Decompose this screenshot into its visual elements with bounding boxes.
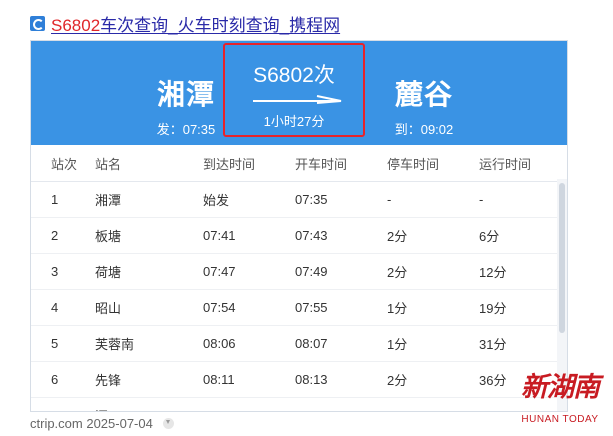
- cell-stop-duration: 2分: [386, 217, 478, 254]
- source-site-date: ctrip.com 2025-07-04: [30, 416, 153, 431]
- cell-stop-duration: 2分: [386, 253, 478, 290]
- dropdown-arrow-icon[interactable]: [162, 418, 174, 429]
- cell-departure: 07:55: [294, 289, 386, 326]
- cell-arrival: 07:47: [202, 253, 294, 290]
- cell-stop-no: 2: [31, 217, 94, 254]
- table-row: 5 芙蓉南 08:06 08:07 1分 31分: [31, 325, 567, 362]
- cell-stop-no: 4: [31, 289, 94, 326]
- cell-departure: 07:49: [294, 253, 386, 290]
- cell-departure: 08:13: [294, 361, 386, 398]
- train-schedule-card: 湘潭 发：07:35 S6802次 1小时27分 麓谷 到：09:02 站次 站…: [30, 40, 568, 412]
- cell-stop-no: 7: [31, 397, 94, 411]
- cell-run-time: 6分: [478, 217, 567, 254]
- table-row: 6 先锋 08:11 08:13 2分 36分: [31, 361, 567, 398]
- header-stop-no: 站次: [31, 145, 94, 182]
- header-station: 站名: [94, 145, 202, 182]
- arrival-time: 到：09:02: [394, 122, 454, 137]
- cell-station: 洞...: [94, 397, 202, 411]
- stop-schedule-table: 站次 站名 到达时间 开车时间 停车时间 运行时间 1 湘潭 始发 07:35 …: [31, 145, 567, 411]
- cell-arrival: 08:06: [202, 325, 294, 362]
- cell-stop-no: 3: [31, 253, 94, 290]
- result-title-link[interactable]: S6802车次查询_火车时刻查询_携程网: [51, 11, 340, 36]
- header-stop-duration: 停车时间: [386, 145, 478, 182]
- logo-chinese-text: 新湖南: [521, 372, 600, 403]
- arrival-station-name: 麓谷: [394, 79, 453, 110]
- cell-arrival: 08:11: [202, 361, 294, 398]
- cell-departure: 07:35: [294, 181, 386, 218]
- header-departure: 开车时间: [294, 145, 386, 182]
- cell-stop-duration: [386, 397, 478, 411]
- cell-departure: 08:07: [294, 325, 386, 362]
- table-row: 4 昭山 07:54 07:55 1分 19分: [31, 289, 567, 326]
- table-row: 1 湘潭 始发 07:35 - -: [31, 181, 567, 218]
- table-row: 2 板塘 07:41 07:43 2分 6分: [31, 217, 567, 254]
- cell-station: 先锋: [94, 361, 202, 398]
- cell-stop-no: 6: [31, 361, 94, 398]
- train-number-highlight-box: S6802次 1小时27分: [223, 43, 365, 137]
- cell-stop-no: 5: [31, 325, 94, 362]
- header-run-time: 运行时间: [478, 145, 567, 182]
- travel-duration: 1小时27分: [263, 114, 325, 129]
- scrollbar-thumb[interactable]: [559, 183, 565, 333]
- cell-run-time: -: [478, 181, 567, 218]
- cell-stop-duration: 2分: [386, 361, 478, 398]
- table-row: 3 荷塘 07:47 07:49 2分 12分: [31, 253, 567, 290]
- cell-departure: 07:43: [294, 217, 386, 254]
- cell-run-time: 12分: [478, 253, 567, 290]
- cell-run-time: 31分: [478, 325, 567, 362]
- title-train-highlight: S6802: [51, 15, 101, 35]
- cell-stop-no: 1: [31, 181, 94, 218]
- header-arrival: 到达时间: [202, 145, 294, 182]
- direction-arrow-icon: [253, 95, 342, 104]
- table-header-row: 站次 站名 到达时间 开车时间 停车时间 运行时间: [31, 145, 567, 182]
- result-footer: ctrip.com 2025-07-04: [30, 416, 174, 431]
- cell-station: 昭山: [94, 289, 202, 326]
- cell-station: 荷塘: [94, 253, 202, 290]
- cell-arrival: 始发: [202, 181, 294, 218]
- table-row: 7 洞...: [31, 397, 567, 411]
- route-banner: 湘潭 发：07:35 S6802次 1小时27分 麓谷 到：09:02: [31, 41, 567, 145]
- cell-station: 湘潭: [94, 181, 202, 218]
- cell-departure: [294, 397, 386, 411]
- cell-arrival: 07:54: [202, 289, 294, 326]
- cell-station: 板塘: [94, 217, 202, 254]
- search-result-title[interactable]: S6802车次查询_火车时刻查询_携程网: [30, 11, 340, 36]
- cell-stop-duration: 1分: [386, 325, 478, 362]
- cell-arrival: 07:41: [202, 217, 294, 254]
- cell-station: 芙蓉南: [94, 325, 202, 362]
- cell-arrival: [202, 397, 294, 411]
- cell-stop-duration: -: [386, 181, 478, 218]
- cell-run-time: 19分: [478, 289, 567, 326]
- train-number: S6802次: [253, 64, 335, 87]
- hunan-today-logo: 新湖南 HUNAN TODAY: [512, 372, 608, 425]
- cell-stop-duration: 1分: [386, 289, 478, 326]
- title-text: 车次查询_火车时刻查询_携程网: [100, 15, 341, 35]
- logo-english-text: HUNAN TODAY: [521, 414, 599, 425]
- ctrip-favicon-icon: [30, 15, 45, 31]
- arrival-station: 麓谷 到：09:02: [369, 73, 479, 138]
